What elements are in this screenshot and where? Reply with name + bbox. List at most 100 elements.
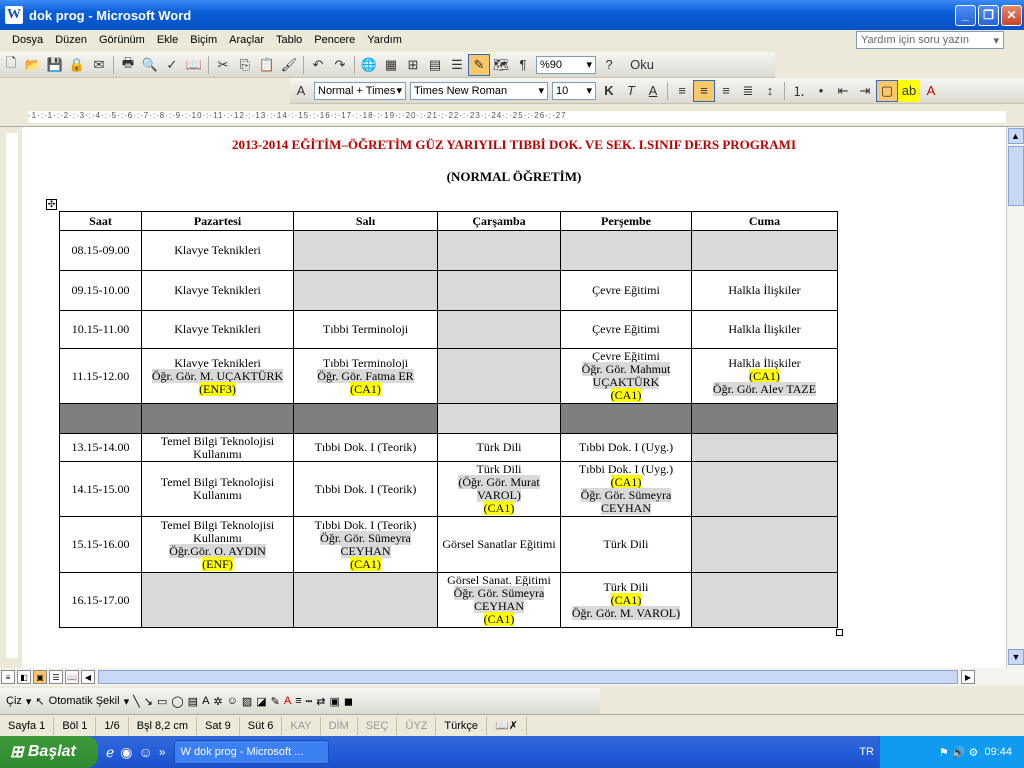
zoom-select[interactable]: %90 ▾: [536, 55, 596, 74]
textbox-icon[interactable]: ▤: [188, 695, 198, 708]
select-pointer-icon[interactable]: ↖: [35, 695, 44, 708]
new-document-icon[interactable]: 🗋: [0, 54, 22, 76]
show-hide-icon[interactable]: ¶: [512, 54, 534, 76]
research-icon[interactable]: 📖: [183, 54, 205, 76]
underline-icon[interactable]: A: [642, 80, 664, 102]
align-center-icon[interactable]: ≡: [693, 79, 715, 102]
align-left-icon[interactable]: ≡: [671, 80, 693, 102]
cut-icon[interactable]: ✂: [212, 54, 234, 76]
scroll-right-icon[interactable]: ▶: [961, 670, 975, 684]
language-indicator[interactable]: TR: [859, 746, 874, 758]
scroll-up-icon[interactable]: ▲: [1007, 128, 1024, 144]
menu-tools[interactable]: Araçlar: [223, 34, 270, 46]
line-style-icon[interactable]: ≡: [295, 695, 301, 707]
scroll-left-icon[interactable]: ◀: [81, 670, 95, 684]
style-select[interactable]: Normal + Times ▾: [314, 81, 406, 100]
rectangle-icon[interactable]: ▭: [157, 695, 167, 708]
tables-borders-icon[interactable]: ▦: [380, 54, 402, 76]
columns-icon[interactable]: ☰: [446, 54, 468, 76]
picture-icon[interactable]: ▨: [242, 695, 252, 708]
reading-view-icon[interactable]: 📖: [65, 670, 79, 684]
status-extend[interactable]: SEÇ: [358, 716, 398, 735]
paste-icon[interactable]: 📋: [256, 54, 278, 76]
3d-icon[interactable]: ◼: [344, 695, 353, 708]
drawing-icon[interactable]: ✎: [468, 53, 490, 76]
hyperlink-icon[interactable]: 🌐: [358, 54, 380, 76]
horizontal-thumb[interactable]: [98, 670, 958, 684]
normal-view-icon[interactable]: ≡: [1, 670, 15, 684]
menu-format[interactable]: Biçim: [184, 34, 223, 46]
diagram-icon[interactable]: ✲: [213, 695, 222, 708]
menu-insert[interactable]: Ekle: [151, 34, 184, 46]
web-view-icon[interactable]: ◧: [17, 670, 31, 684]
start-button[interactable]: ⊞ Başlat: [0, 736, 98, 768]
shadow-icon[interactable]: ▣: [330, 695, 340, 708]
bold-icon[interactable]: K: [598, 80, 620, 102]
line-icon[interactable]: ╲: [133, 695, 140, 708]
oval-icon[interactable]: ◯: [171, 695, 183, 708]
font-color-icon[interactable]: A: [920, 80, 942, 102]
status-record[interactable]: KAY: [282, 716, 321, 735]
horizontal-scrollbar[interactable]: ≡ ◧ ▣ ☰ 📖 ◀ ▶: [0, 668, 1024, 686]
copy-icon[interactable]: ⎘: [234, 54, 256, 76]
vertical-ruler[interactable]: [0, 127, 22, 667]
increase-indent-icon[interactable]: ⇥: [854, 80, 876, 102]
decrease-indent-icon[interactable]: ⇤: [832, 80, 854, 102]
insert-excel-icon[interactable]: ▤: [424, 54, 446, 76]
arrow-style-icon[interactable]: ⇄: [316, 695, 325, 708]
font-color-icon[interactable]: A: [284, 695, 291, 707]
spelling-status-icon[interactable]: 📖✗: [487, 716, 527, 735]
highlight-icon[interactable]: ab: [898, 79, 920, 102]
taskbar-word-button[interactable]: W dok prog - Microsoft ...: [173, 740, 329, 764]
document-map-icon[interactable]: 🗺: [490, 54, 512, 76]
arrow-icon[interactable]: ↘: [144, 695, 153, 708]
restore-button[interactable]: ❐: [978, 4, 999, 26]
print-layout-icon[interactable]: ▣: [33, 670, 47, 684]
outline-view-icon[interactable]: ☰: [49, 670, 63, 684]
horizontal-ruler[interactable]: ·1·:·1·:·2·:·3·:·4·:·5·:·6·:·7·:·8·:·9·:…: [0, 107, 1024, 127]
format-painter-icon[interactable]: 🖌: [278, 54, 300, 76]
scroll-thumb[interactable]: [1007, 146, 1024, 206]
borders-icon[interactable]: ▢: [876, 79, 898, 102]
minimize-button[interactable]: _: [955, 4, 976, 26]
status-track[interactable]: DİM: [321, 716, 358, 735]
redo-icon[interactable]: ↷: [329, 54, 351, 76]
vertical-scrollbar[interactable]: ▲ ▼: [1006, 127, 1024, 668]
italic-icon[interactable]: T: [620, 80, 642, 102]
save-icon[interactable]: 💾: [44, 54, 66, 76]
menu-window[interactable]: Pencere: [308, 34, 361, 46]
draw-menu[interactable]: Çiz: [6, 695, 22, 707]
messenger-icon[interactable]: ☺: [139, 744, 153, 760]
fill-color-icon[interactable]: ◪: [256, 695, 266, 708]
align-right-icon[interactable]: ≡: [715, 80, 737, 102]
email-icon[interactable]: ✉: [88, 54, 110, 76]
clipart-icon[interactable]: ☺: [227, 695, 238, 707]
line-color-icon[interactable]: ✎: [271, 695, 280, 708]
dash-style-icon[interactable]: ┅: [306, 695, 313, 708]
ie-icon[interactable]: ℯ: [106, 744, 114, 761]
line-spacing-icon[interactable]: ↕: [759, 80, 781, 102]
insert-table-icon[interactable]: ⊞: [402, 54, 424, 76]
open-folder-icon[interactable]: 📂: [22, 54, 44, 76]
wordart-icon[interactable]: A: [202, 695, 209, 707]
chrome-icon[interactable]: ◉: [120, 744, 132, 761]
close-button[interactable]: ✕: [1001, 4, 1022, 26]
help-search-input[interactable]: Yardım için soru yazın ▾: [856, 31, 1004, 49]
spelling-icon[interactable]: ✓: [161, 54, 183, 76]
tray-icons[interactable]: ⚑ 🔊 ⚙: [939, 746, 985, 759]
menu-file[interactable]: Dosya: [6, 34, 49, 46]
justify-icon[interactable]: ≣: [737, 80, 759, 102]
undo-icon[interactable]: ↶: [307, 54, 329, 76]
bullets-icon[interactable]: •: [810, 80, 832, 102]
print-preview-icon[interactable]: 🔍: [139, 54, 161, 76]
menu-help[interactable]: Yardım: [361, 34, 408, 46]
help-icon[interactable]: ?: [598, 54, 620, 76]
autoshapes-menu[interactable]: Otomatik Şekil: [49, 695, 120, 707]
expand-icon[interactable]: »: [159, 745, 166, 759]
document-page[interactable]: 2013-2014 EĞİTİM–ÖĞRETİM GÜZ YARIYILI TI…: [22, 127, 1006, 668]
table-resize-handle[interactable]: [836, 629, 843, 636]
font-size-select[interactable]: 10 ▾: [552, 81, 596, 100]
menu-table[interactable]: Tablo: [270, 34, 308, 46]
status-overtype[interactable]: ÜYZ: [397, 716, 437, 735]
numbering-icon[interactable]: ⒈: [788, 80, 810, 102]
